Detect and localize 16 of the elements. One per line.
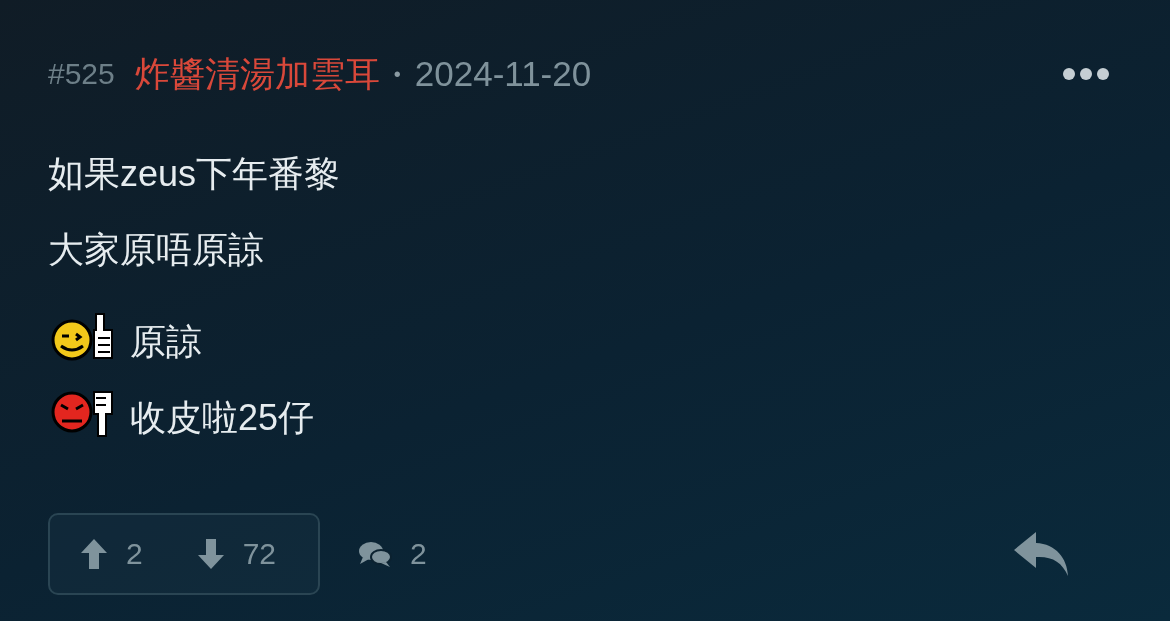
comment-text: 收皮啦25仔 bbox=[130, 396, 315, 440]
comment-text: 如果zeus下年番黎 bbox=[48, 152, 341, 196]
comment-text: 大家原唔原諒 bbox=[48, 228, 264, 272]
post-date: 2024-11-20 bbox=[414, 54, 592, 94]
comment-text: 原諒 bbox=[130, 320, 202, 364]
post-number: #525 bbox=[48, 57, 115, 91]
reply-icon[interactable] bbox=[1012, 530, 1070, 578]
up-arrow-icon bbox=[80, 538, 108, 570]
author-name[interactable]: 炸醬清湯加雲耳 bbox=[134, 50, 380, 98]
more-options-icon[interactable] bbox=[1062, 67, 1110, 81]
comments-button[interactable]: 2 bbox=[358, 513, 492, 595]
speech-bubbles-icon bbox=[358, 540, 392, 568]
downvote-button[interactable]: 72 bbox=[196, 537, 277, 571]
upvote-button[interactable]: 2 bbox=[80, 537, 143, 571]
down-arrow-icon bbox=[196, 538, 225, 570]
separator-dot: • bbox=[393, 62, 401, 86]
